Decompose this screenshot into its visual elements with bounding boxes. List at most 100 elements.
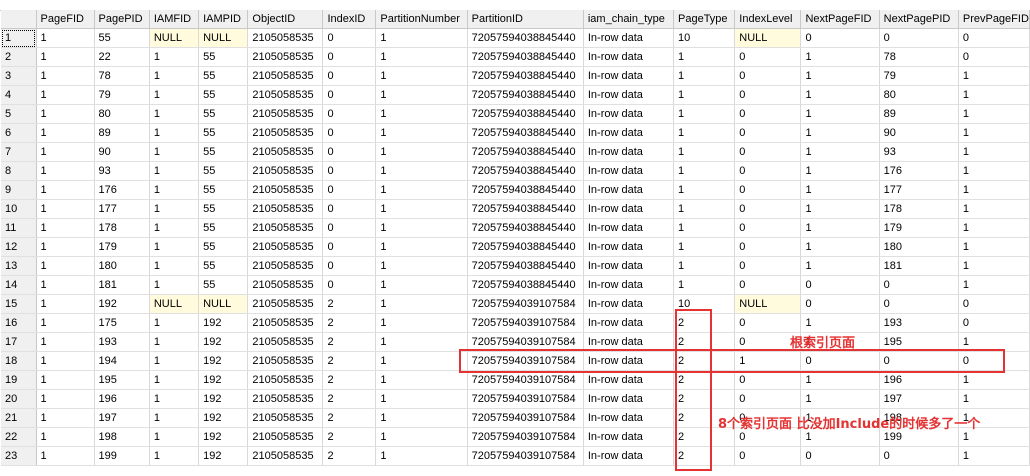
table-cell[interactable]: 1	[149, 389, 200, 409]
table-cell[interactable]: 0	[958, 28, 1030, 48]
table-cell[interactable]: 1	[375, 28, 468, 48]
table-cell[interactable]: 1	[149, 123, 200, 143]
table-cell[interactable]: 1	[149, 199, 200, 219]
table-cell[interactable]: 0	[322, 142, 377, 162]
table-cell[interactable]: 1	[800, 389, 880, 409]
table-cell[interactable]: 2105058535	[247, 104, 324, 124]
table-cell[interactable]: 1	[36, 389, 95, 409]
table-cell[interactable]: 0	[734, 104, 802, 124]
table-cell[interactable]: 0	[322, 237, 377, 257]
table-cell[interactable]: 93	[879, 142, 959, 162]
column-header-indexid[interactable]: IndexID	[322, 10, 377, 29]
table-cell[interactable]: 72057594038845440	[467, 218, 584, 238]
column-header-pagepid[interactable]: PagePID	[94, 10, 150, 29]
table-cell[interactable]: 78	[94, 66, 150, 86]
table-cell[interactable]: 1	[36, 161, 95, 181]
table-cell[interactable]: 176	[94, 180, 150, 200]
table-cell[interactable]: 1	[36, 47, 95, 67]
table-cell[interactable]: In-row data	[583, 389, 675, 409]
row-number-cell[interactable]: 18	[1, 351, 37, 371]
table-cell[interactable]: 93	[94, 161, 150, 181]
table-cell[interactable]: 1	[958, 161, 1030, 181]
table-cell[interactable]: 1	[673, 275, 736, 295]
table-cell[interactable]: 1	[958, 142, 1030, 162]
table-cell[interactable]: 2105058535	[247, 218, 324, 238]
table-cell[interactable]: 72057594038845440	[467, 123, 584, 143]
row-number-cell[interactable]: 9	[1, 180, 37, 200]
table-cell[interactable]: 0	[322, 275, 377, 295]
table-cell[interactable]: 2105058535	[247, 180, 324, 200]
table-cell[interactable]: In-row data	[583, 237, 675, 257]
table-cell[interactable]: 55	[94, 28, 150, 48]
table-cell[interactable]: 1	[36, 218, 95, 238]
table-cell[interactable]: 1	[800, 370, 880, 390]
table-cell[interactable]: 192	[198, 427, 249, 447]
table-cell[interactable]: 2	[322, 332, 377, 352]
table-cell[interactable]: 1	[673, 237, 736, 257]
table-cell[interactable]: NULL	[734, 28, 802, 48]
table-cell[interactable]: 1	[149, 180, 200, 200]
row-number-cell[interactable]: 16	[1, 313, 37, 333]
table-cell[interactable]: In-row data	[583, 370, 675, 390]
table-cell[interactable]: 0	[879, 275, 959, 295]
table-cell[interactable]: 199	[94, 446, 150, 466]
column-header-objectid[interactable]: ObjectID	[247, 10, 324, 29]
table-cell[interactable]: 1	[800, 313, 880, 333]
table-cell[interactable]: 1	[36, 256, 95, 276]
column-header-iampid[interactable]: IAMPID	[198, 10, 249, 29]
column-header-pagefid[interactable]: PageFID	[36, 10, 95, 29]
table-cell[interactable]: 1	[375, 85, 468, 105]
table-cell[interactable]: 0	[322, 66, 377, 86]
table-cell[interactable]: NULL	[198, 294, 249, 314]
table-cell[interactable]: 1	[149, 351, 200, 371]
table-cell[interactable]: 1	[958, 180, 1030, 200]
table-cell[interactable]: 1	[800, 142, 880, 162]
table-cell[interactable]: In-row data	[583, 85, 675, 105]
table-cell[interactable]: 0	[734, 218, 802, 238]
row-number-cell[interactable]: 2	[1, 47, 37, 67]
row-number-cell[interactable]: 15	[1, 294, 37, 314]
table-cell[interactable]: 72057594038845440	[467, 180, 584, 200]
table-cell[interactable]: 1	[958, 66, 1030, 86]
table-cell[interactable]: 1	[673, 47, 736, 67]
table-cell[interactable]: 1	[673, 104, 736, 124]
table-cell[interactable]: 1	[149, 446, 200, 466]
table-cell[interactable]: 0	[322, 218, 377, 238]
table-cell[interactable]: 55	[198, 85, 249, 105]
table-cell[interactable]: NULL	[149, 28, 200, 48]
table-cell[interactable]: 1	[36, 427, 95, 447]
table-cell[interactable]: 197	[94, 408, 150, 428]
table-cell[interactable]: In-row data	[583, 142, 675, 162]
table-cell[interactable]: 1	[36, 104, 95, 124]
table-cell[interactable]: 1	[36, 142, 95, 162]
table-cell[interactable]: 0	[958, 294, 1030, 314]
row-number-header[interactable]	[1, 10, 37, 29]
row-number-cell[interactable]: 17	[1, 332, 37, 352]
table-cell[interactable]: 1	[673, 180, 736, 200]
table-cell[interactable]: 192	[198, 332, 249, 352]
results-grid[interactable]: PageFID PagePID IAMFID IAMPID ObjectID IndexI…	[1, 10, 1030, 466]
table-cell[interactable]: 1	[149, 85, 200, 105]
table-cell[interactable]: 1	[375, 256, 468, 276]
table-cell[interactable]: 0	[879, 294, 959, 314]
table-cell[interactable]: 0	[734, 161, 802, 181]
table-cell[interactable]: 1	[958, 237, 1030, 257]
table-cell[interactable]: 0	[734, 47, 802, 67]
table-cell[interactable]: 72057594039107584	[467, 427, 584, 447]
row-number-cell[interactable]: 4	[1, 85, 37, 105]
table-cell[interactable]: 0	[734, 199, 802, 219]
table-cell[interactable]: 2	[322, 351, 377, 371]
table-cell[interactable]: 0	[734, 180, 802, 200]
row-number-cell[interactable]: 22	[1, 427, 37, 447]
table-cell[interactable]: NULL	[198, 28, 249, 48]
table-cell[interactable]: 179	[879, 218, 959, 238]
table-cell[interactable]: 1	[149, 256, 200, 276]
row-number-cell[interactable]: 23	[1, 446, 37, 466]
table-cell[interactable]: 1	[36, 180, 95, 200]
row-number-cell[interactable]: 12	[1, 237, 37, 257]
table-cell[interactable]: In-row data	[583, 427, 675, 447]
table-row[interactable]: 12 1 179 1 55 2105058535 0 1 72057594038845440 In…	[1, 237, 1030, 257]
table-cell[interactable]: 192	[198, 370, 249, 390]
table-cell[interactable]: 1	[36, 313, 95, 333]
table-cell[interactable]: In-row data	[583, 180, 675, 200]
